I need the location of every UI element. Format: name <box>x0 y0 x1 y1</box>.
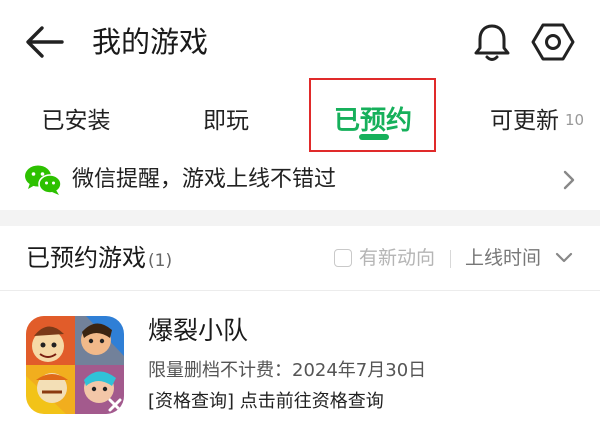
tab-reserved[interactable]: 已预约 <box>320 86 426 150</box>
divider <box>0 290 600 291</box>
back-button[interactable] <box>22 22 66 62</box>
chevron-right-icon <box>563 170 575 190</box>
game-list-item[interactable]: 爆裂小队 限量删档不计费：2024年7月30日 [资格查询] 点击前往资格查询 <box>0 300 600 431</box>
tab-label: 已预约 <box>333 105 412 136</box>
tab-instant-play[interactable]: 即玩 <box>186 86 266 150</box>
filter-label: 有新动向 <box>359 247 436 269</box>
game-artwork <box>26 316 124 414</box>
wechat-reminder-banner[interactable]: 微信提醒，游戏上线不错过 <box>0 152 600 208</box>
page-title: 我的游戏 <box>92 25 209 59</box>
bell-icon <box>474 24 510 61</box>
new-activity-checkbox[interactable] <box>334 249 352 267</box>
section-title: 已预约游戏 (1) <box>26 240 172 279</box>
active-tab-indicator <box>359 134 389 140</box>
tab-label: 即玩 <box>203 108 249 134</box>
section-count: (1) <box>148 251 173 271</box>
qualification-check-link[interactable]: [资格查询] 点击前往资格查询 <box>148 389 384 415</box>
tab-label: 已安装 <box>41 108 111 134</box>
arrow-left-icon <box>26 26 64 58</box>
section-title-text: 已预约游戏 <box>26 244 146 272</box>
game-app-icon[interactable] <box>26 316 124 414</box>
notifications-button[interactable] <box>470 20 514 64</box>
game-name: 爆裂小队 <box>148 316 249 345</box>
update-count-badge: 10 <box>564 111 585 129</box>
tab-bar: 已安装 即玩 已预约 可更新 10 <box>0 86 600 150</box>
sort-dropdown[interactable]: 上线时间 <box>465 246 573 270</box>
tab-label: 可更新 <box>489 108 559 134</box>
wechat-reminder-text: 微信提醒，游戏上线不错过 <box>72 167 337 192</box>
settings-button[interactable] <box>530 20 576 64</box>
sort-label: 上线时间 <box>465 247 542 269</box>
reserved-games-header: 已预约游戏 (1) 有新动向 上线时间 <box>0 226 600 290</box>
header-bar: 我的游戏 <box>0 0 600 86</box>
new-activity-filter[interactable]: 有新动向 <box>334 246 435 270</box>
tab-installed[interactable]: 已安装 <box>30 86 122 150</box>
divider <box>450 250 451 268</box>
wechat-icon <box>25 165 62 195</box>
chevron-down-icon <box>555 252 573 263</box>
tab-updatable[interactable]: 可更新 10 <box>474 86 600 150</box>
game-test-info: 限量删档不计费：2024年7月30日 <box>148 360 427 381</box>
section-separator <box>0 210 600 226</box>
gear-icon <box>531 23 575 61</box>
